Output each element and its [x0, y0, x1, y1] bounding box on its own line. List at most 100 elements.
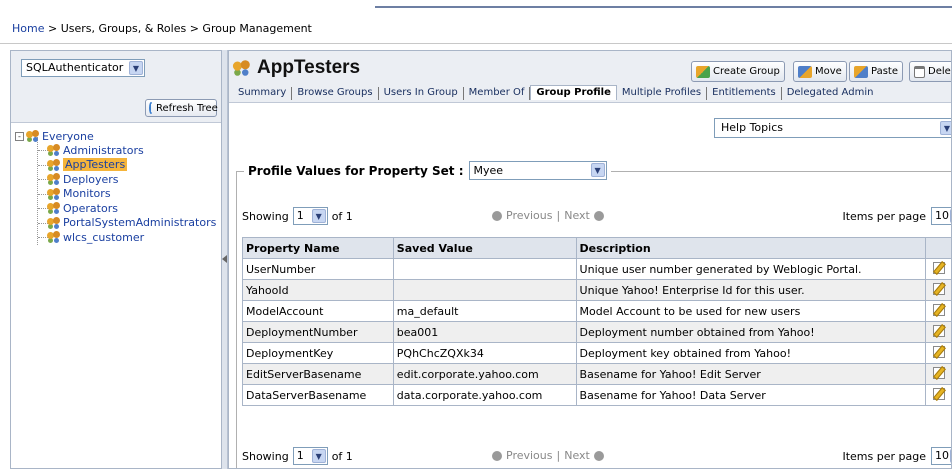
page-title: AppTesters [232, 57, 361, 79]
tree-node-item[interactable]: Deployers [47, 172, 119, 186]
items-per-page-select[interactable]: 10 ▼ [931, 207, 951, 225]
tab-item[interactable]: Group Profile [530, 85, 617, 100]
showing-label: Showing [242, 209, 289, 223]
tab-item[interactable]: Summary [233, 87, 293, 100]
breadcrumb-home-link[interactable]: Home [12, 22, 44, 35]
previous-icon[interactable] [492, 210, 502, 221]
refresh-tree-button[interactable]: Refresh Tree [145, 99, 218, 117]
tab-item[interactable]: Delegated Admin [782, 87, 879, 100]
chevron-down-icon[interactable]: ▼ [311, 449, 326, 463]
move-icon [798, 65, 812, 78]
chevron-down-icon[interactable]: ▼ [129, 61, 143, 75]
tree-node-item[interactable]: wlcs_customer [47, 230, 144, 244]
help-topics-value: Help Topics [721, 121, 783, 134]
paste-label: Paste [871, 66, 898, 77]
description-cell: Model Account to be used for new users [575, 300, 927, 322]
saved-value-cell: edit.corporate.yahoo.com [392, 363, 577, 385]
authenticator-select[interactable]: SQLAuthenticator ▼ [21, 59, 145, 77]
tab-item[interactable]: Multiple Profiles [617, 87, 708, 100]
delete-button[interactable]: Delet [909, 61, 951, 82]
next-icon[interactable] [593, 210, 604, 221]
create-group-icon [696, 65, 710, 78]
pager-separator: | [556, 209, 561, 222]
edit-icon[interactable] [932, 387, 945, 400]
tab-bar: Summary Browse Groups Users In Group Member… [233, 85, 879, 100]
edit-icon[interactable] [932, 366, 945, 379]
tree-node-item[interactable]: AppTesters [47, 158, 128, 172]
properties-table-body: UserNumber Unique user number generated b… [242, 258, 951, 406]
next-link[interactable]: Next [564, 209, 590, 222]
pager-separator: | [556, 449, 561, 462]
table-row: DeploymentKey PQhChcZQXk34 Deployment key … [242, 342, 951, 364]
move-button[interactable]: Move [793, 61, 847, 82]
description-cell: Unique Yahoo! Enterprise Id for this use… [575, 279, 927, 301]
chevron-down-icon[interactable]: ▼ [590, 163, 605, 177]
tree-node-label: Deployers [63, 172, 119, 186]
chevron-down-icon[interactable]: ▼ [940, 121, 951, 135]
paste-icon [854, 65, 868, 78]
group-icon [47, 216, 61, 229]
tree-connector [37, 137, 38, 245]
tree-node-everyone[interactable]: - Everyone [15, 129, 94, 143]
page-select[interactable]: 1 ▼ [292, 447, 328, 465]
tab-item[interactable]: Users In Group [379, 87, 464, 100]
tab-item[interactable]: Entitlements [707, 87, 782, 100]
page-select[interactable]: 1 ▼ [292, 207, 328, 225]
tab-item[interactable]: Member Of [464, 87, 531, 100]
group-title: AppTesters [257, 57, 361, 78]
property-name-cell: EditServerBasename [242, 363, 394, 385]
next-link[interactable]: Next [564, 449, 590, 462]
refresh-icon [149, 102, 153, 114]
tree-node-item[interactable]: Operators [47, 201, 118, 215]
saved-value-cell: bea001 [392, 321, 577, 343]
items-per-page-select[interactable]: 10 ▼ [931, 447, 951, 465]
property-name-cell: DeploymentKey [242, 342, 394, 364]
items-per-page-value: 10 [935, 209, 949, 222]
saved-value-cell [392, 279, 577, 301]
collapse-icon[interactable]: - [15, 131, 24, 141]
property-set-value: Myee [473, 164, 504, 177]
description-cell: Deployment number obtained from Yahoo! [575, 321, 927, 343]
edit-cell [925, 279, 951, 301]
group-icon [47, 231, 61, 243]
items-per-page-value: 10 [935, 449, 949, 462]
property-name-cell: YahooId [242, 279, 394, 301]
edit-icon[interactable] [932, 345, 945, 358]
saved-value-cell: PQhChcZQXk34 [392, 342, 577, 364]
edit-cell [925, 342, 951, 364]
collapse-left-icon[interactable] [222, 255, 227, 263]
edit-icon[interactable] [932, 261, 945, 274]
group-tree: - Everyone Administrators AppTesters Deplo… [11, 123, 221, 245]
description-cell: Unique user number generated by Weblogic… [575, 258, 927, 280]
create-group-button[interactable]: Create Group [691, 61, 785, 82]
tab-item[interactable]: Browse Groups [292, 87, 379, 100]
tree-node-item[interactable]: PortalSystemAdministrators [47, 216, 216, 230]
chevron-down-icon[interactable]: ▼ [311, 209, 326, 223]
column-header: Description [575, 237, 927, 259]
next-icon[interactable] [593, 450, 604, 461]
table-row: UserNumber Unique user number generated b… [242, 258, 951, 280]
edit-cell [925, 258, 951, 280]
previous-link[interactable]: Previous [506, 449, 553, 462]
edit-icon[interactable] [932, 303, 945, 316]
pager-bottom: Showing 1 ▼ of 1 Previous | Next Items p… [242, 443, 951, 465]
property-set-select[interactable]: Myee ▼ [468, 161, 607, 180]
profile-legend-label: Profile Values for Property Set : [248, 163, 464, 178]
group-header: AppTesters Create Group Move Paste Delet… [229, 51, 951, 103]
page-count: of 1 [331, 449, 353, 463]
help-topics-select[interactable]: Help Topics ▼ [714, 118, 951, 138]
previous-icon[interactable] [492, 450, 502, 461]
edit-icon[interactable] [932, 324, 945, 337]
paste-button[interactable]: Paste [849, 61, 903, 82]
table-row: EditServerBasename edit.corporate.yahoo.c… [242, 363, 951, 385]
showing-control: Showing 1 ▼ of 1 [242, 207, 353, 225]
column-header [925, 237, 951, 259]
tree-node-item[interactable]: Administrators [47, 143, 144, 157]
tree-node-label: Monitors [63, 187, 111, 200]
group-icon [47, 158, 61, 171]
items-per-page-control: Items per page 10 ▼ [842, 447, 951, 465]
tree-node-item[interactable]: Monitors [47, 187, 111, 201]
edit-cell [925, 384, 951, 406]
edit-icon[interactable] [932, 282, 945, 295]
previous-link[interactable]: Previous [506, 209, 553, 222]
